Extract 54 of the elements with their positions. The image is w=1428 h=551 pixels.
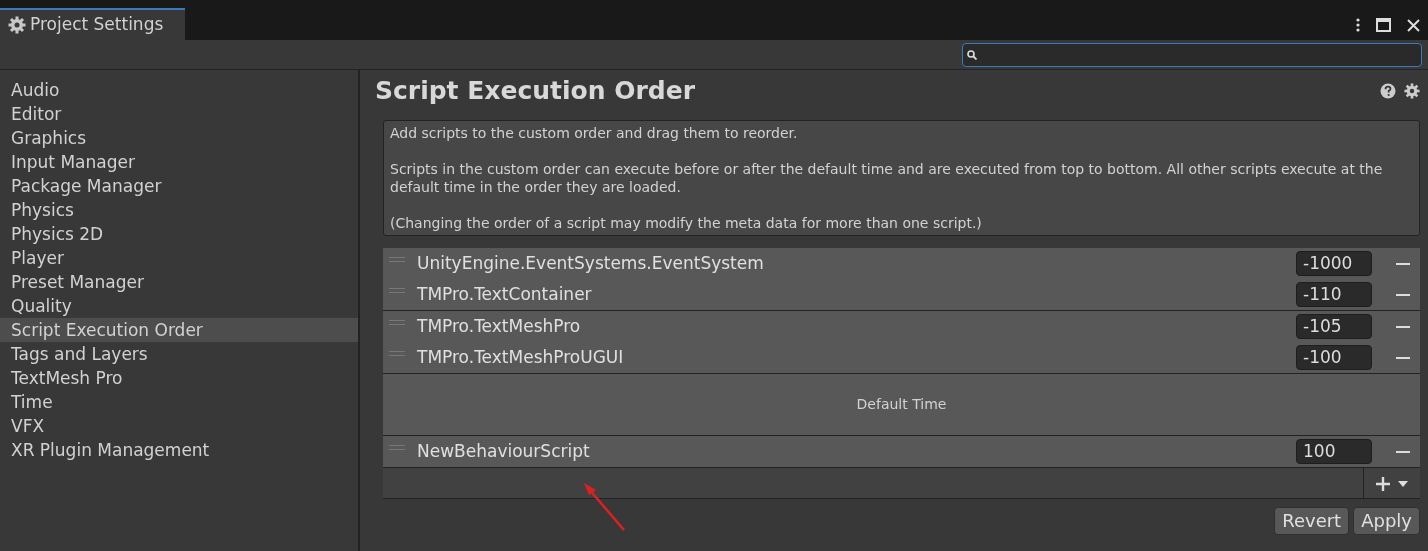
sidebar-item[interactable]: Input Manager: [0, 150, 358, 174]
remove-icon[interactable]: [1396, 325, 1410, 328]
sidebar-item[interactable]: Audio: [0, 78, 358, 102]
sidebar-item[interactable]: Player: [0, 246, 358, 270]
order-field[interactable]: -1000: [1296, 251, 1372, 276]
close-icon[interactable]: [1407, 18, 1420, 32]
sidebar-item[interactable]: Quality: [0, 294, 358, 318]
sidebar-item[interactable]: Physics: [0, 198, 358, 222]
remove-icon[interactable]: [1396, 356, 1410, 359]
script-name: NewBehaviourScript: [417, 439, 591, 463]
script-name: TMPro.TextMeshProUGUI: [417, 345, 625, 369]
sidebar-item[interactable]: XR Plugin Management: [0, 438, 358, 462]
sidebar-item[interactable]: Physics 2D: [0, 222, 358, 246]
sidebar-item[interactable]: Editor: [0, 102, 358, 126]
sidebar-item[interactable]: Tags and Layers: [0, 342, 358, 366]
script-name: TMPro.TextContainer: [417, 282, 593, 306]
order-field[interactable]: 100: [1296, 439, 1372, 464]
revert-button[interactable]: Revert: [1274, 507, 1350, 535]
sidebar-item[interactable]: Script Execution Order: [0, 318, 358, 342]
remove-icon[interactable]: [1396, 293, 1410, 296]
action-button[interactable]: Apply: [1353, 507, 1420, 535]
order-field[interactable]: -100: [1296, 345, 1372, 370]
sidebar-item[interactable]: Graphics: [0, 126, 358, 150]
more-options-icon[interactable]: [1356, 18, 1360, 32]
drag-handle-icon[interactable]: [389, 351, 405, 356]
maximize-icon[interactable]: [1376, 18, 1391, 32]
drag-handle-icon[interactable]: [389, 320, 405, 325]
help-text: Add scripts to the custom order and drag them to reorder.: [390, 124, 799, 142]
project-settings-tab[interactable]: Project Settings: [0, 8, 186, 40]
help-text: (Changing the order of a script may modify the meta data for more than one script.): [390, 214, 983, 232]
settings-icon[interactable]: [1404, 83, 1420, 99]
remove-icon[interactable]: [1396, 450, 1410, 453]
gear-icon: [8, 16, 26, 34]
drag-handle-icon[interactable]: [389, 257, 405, 262]
remove-icon[interactable]: [1396, 262, 1410, 265]
script-name: TMPro.TextMeshPro: [417, 314, 582, 338]
order-field[interactable]: -105: [1296, 314, 1372, 339]
search-icon: [967, 49, 977, 60]
sidebar-item[interactable]: Time: [0, 390, 358, 414]
default-time-label: Default Time: [856, 395, 947, 414]
sidebar-item[interactable]: Package Manager: [0, 174, 358, 198]
sidebar-item[interactable]: TextMesh Pro: [0, 366, 358, 390]
help-icon[interactable]: [1380, 83, 1396, 99]
help-text: Scripts in the custom order can execute before or after the default time and are executed from top to bottom. All other scripts execute at the default time in the order they are loaded.: [390, 160, 1384, 196]
sidebar-item[interactable]: Preset Manager: [0, 270, 358, 294]
caret-icon: [1398, 480, 1408, 487]
drag-handle-icon[interactable]: [389, 445, 405, 450]
script-name: UnityEngine.EventSystems.EventSystem: [417, 251, 765, 275]
drag-handle-icon[interactable]: [389, 288, 405, 293]
sidebar-item[interactable]: VFX: [0, 414, 358, 438]
order-field[interactable]: -110: [1296, 282, 1372, 307]
page-title: Script Execution Order: [375, 75, 695, 108]
search-field[interactable]: [962, 42, 1422, 67]
plus-icon: [1376, 476, 1390, 491]
